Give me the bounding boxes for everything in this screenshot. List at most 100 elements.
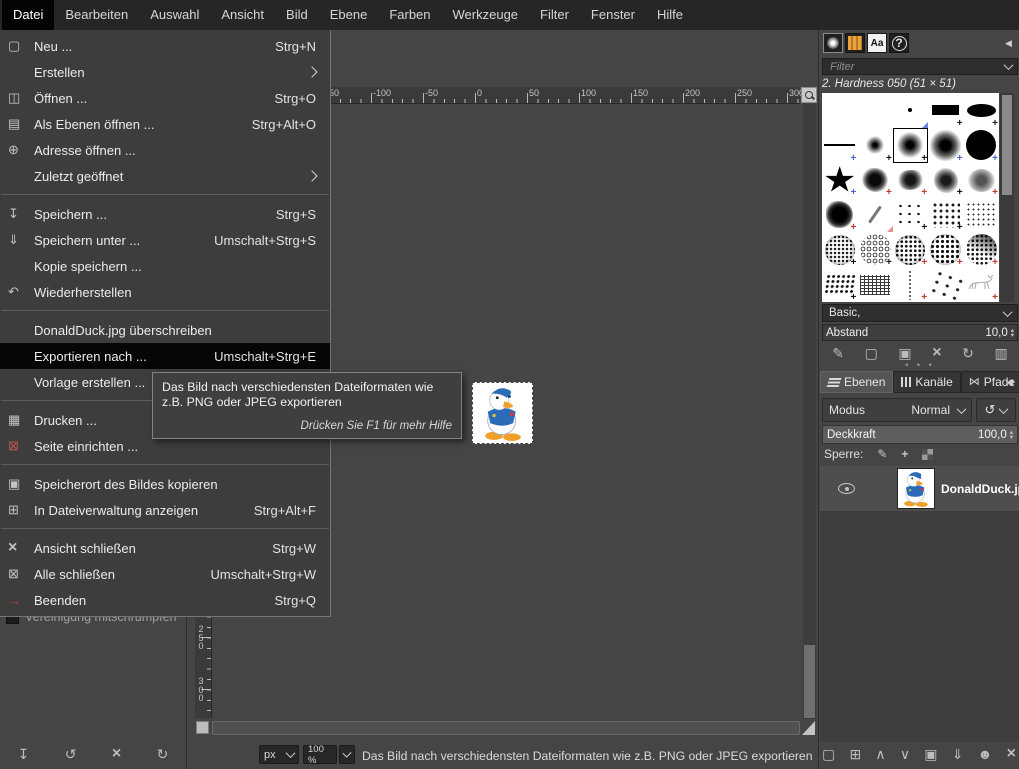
brush-cell[interactable]: + <box>893 163 928 197</box>
tab-patterns[interactable] <box>845 33 865 53</box>
brush-spacing-slider[interactable]: Abstand 10,0 ▴ ▾ <box>822 324 1018 341</box>
add-mask-icon[interactable]: ☻ <box>978 744 993 764</box>
menubar-item-fenster[interactable]: Fenster <box>580 0 646 30</box>
brush-cell[interactable]: + <box>964 267 999 302</box>
menubar-item-auswahl[interactable]: Auswahl <box>139 0 210 30</box>
new-layer-icon[interactable]: ▢ <box>822 744 835 764</box>
vertical-scrollbar-thumb[interactable] <box>804 645 815 718</box>
horizontal-scrollbar[interactable] <box>212 721 800 735</box>
file-menu-item[interactable]: DonaldDuck.jpg überschreiben <box>0 317 330 343</box>
tab-kanale[interactable]: Kanäle <box>893 371 961 393</box>
brush-cell[interactable]: + <box>893 197 928 232</box>
menubar-item-bild[interactable]: Bild <box>275 0 319 30</box>
layer-thumbnail[interactable] <box>897 468 935 509</box>
file-menu-item[interactable]: Kopie speichern ... <box>0 253 330 279</box>
brush-scrollbar-thumb[interactable] <box>1002 95 1012 195</box>
new-layer-group-icon[interactable]: ⊞ <box>849 744 861 764</box>
file-menu-item[interactable]: → Beenden Strg+Q <box>0 587 330 613</box>
brush-cell[interactable]: + <box>857 232 892 267</box>
file-menu-item[interactable]: ⊕ Adresse öffnen ... <box>0 137 330 163</box>
brush-cell[interactable]: + <box>822 197 857 232</box>
navigation-icon[interactable] <box>802 721 815 735</box>
tab-fonts[interactable]: Aa <box>867 33 887 53</box>
file-menu-item[interactable]: ▤ Als Ebenen öffnen ... Strg+Alt+O <box>0 111 330 137</box>
brush-cell[interactable]: + <box>964 93 999 128</box>
spinner-icon[interactable]: ▴ ▾ <box>1010 429 1013 441</box>
brush-cell[interactable]: + <box>928 93 963 128</box>
raise-layer-icon[interactable]: ∧ <box>875 744 885 764</box>
layer-row[interactable]: DonaldDuck.jp <box>820 466 1019 511</box>
file-menu-item[interactable]: Zuletzt geöffnet <box>0 163 330 189</box>
brush-cell[interactable] <box>857 93 892 128</box>
menubar-item-filter[interactable]: Filter <box>529 0 580 30</box>
zoom-level[interactable]: 100 % <box>303 744 337 766</box>
brush-cell[interactable]: + <box>857 128 892 163</box>
file-menu-item[interactable]: ↧ Speichern ... Strg+S <box>0 201 330 227</box>
layer-mode-dropdown[interactable]: Modus Normal <box>822 398 972 422</box>
brush-cell[interactable]: + <box>928 163 963 197</box>
brush-cell[interactable] <box>857 267 892 302</box>
tab-ebenen[interactable]: Ebenen <box>820 371 894 393</box>
file-menu-item[interactable]: × Ansicht schließen Strg+W <box>0 535 330 561</box>
lower-layer-icon[interactable]: ∨ <box>900 744 910 764</box>
brush-cell[interactable] <box>893 93 929 128</box>
file-menu-item[interactable]: ▣ Speicherort des Bildes kopieren <box>0 471 330 497</box>
brush-filter-input[interactable] <box>828 59 1005 74</box>
vertical-scrollbar[interactable] <box>803 104 816 719</box>
brush-cell[interactable] <box>964 197 999 232</box>
file-menu-item[interactable]: ◫ Öffnen ... Strg+O <box>0 85 330 111</box>
edit-brush-icon[interactable]: ✎ <box>832 343 844 363</box>
visibility-eye-icon[interactable] <box>838 483 855 494</box>
brush-cell[interactable]: + <box>893 128 928 163</box>
file-menu-item[interactable]: ⇓ Speichern unter ... Umschalt+Strg+S <box>0 227 330 253</box>
menubar-item-ansicht[interactable]: Ansicht <box>210 0 275 30</box>
quick-mask-toggle[interactable] <box>196 721 209 734</box>
brush-cell[interactable]: + <box>857 163 892 197</box>
zoom-follow-window-button[interactable] <box>801 87 817 103</box>
brush-cell[interactable]: + <box>822 163 857 197</box>
tab-brushes[interactable] <box>823 33 843 53</box>
file-menu-item[interactable]: ↶ Wiederherstellen <box>0 279 330 305</box>
brush-cell[interactable]: + <box>964 232 999 267</box>
refresh-brushes-icon[interactable]: ↻ <box>962 343 974 363</box>
merge-layer-icon[interactable]: ⇓ <box>952 744 964 764</box>
duplicate-layer-icon[interactable]: ▣ <box>924 744 937 764</box>
brush-cell[interactable]: + <box>822 267 857 302</box>
brush-cell[interactable]: + <box>893 232 928 267</box>
brush-cell[interactable]: + <box>822 128 857 163</box>
brush-scrollbar[interactable] <box>1000 93 1014 302</box>
menubar-item-bearbeiten[interactable]: Bearbeiten <box>54 0 139 30</box>
brush-cell[interactable]: + <box>964 163 999 197</box>
file-menu-item[interactable]: Exportieren nach ... Umschalt+Strg+E <box>0 343 330 369</box>
zoom-dropdown-button[interactable] <box>339 745 355 764</box>
menubar-item-farben[interactable]: Farben <box>378 0 441 30</box>
menubar-item-werkzeuge[interactable]: Werkzeuge <box>442 0 530 30</box>
mode-options-button[interactable]: ↺ <box>976 398 1016 422</box>
brush-cell[interactable]: + <box>893 267 928 302</box>
restore-tool-preset-icon[interactable]: ↺ <box>65 744 77 764</box>
brush-cell[interactable]: + <box>822 232 857 267</box>
lock-position-icon[interactable]: + <box>901 447 908 461</box>
tab-menu-icon[interactable]: ◀ <box>1006 377 1013 388</box>
menubar-item-hilfe[interactable]: Hilfe <box>646 0 694 30</box>
brush-cell[interactable] <box>822 93 857 128</box>
brush-cell[interactable] <box>857 197 893 233</box>
save-tool-preset-icon[interactable]: ↧ <box>18 744 30 764</box>
open-brush-as-image-icon[interactable]: ▥ <box>994 343 1007 363</box>
delete-tool-preset-icon[interactable]: × <box>112 744 121 764</box>
unit-dropdown[interactable]: px <box>259 745 299 764</box>
lock-alpha-icon[interactable] <box>922 448 934 460</box>
tab-help[interactable]: ? <box>889 33 909 53</box>
delete-layer-icon[interactable]: × <box>1007 744 1016 764</box>
brush-cell[interactable]: + <box>928 128 963 163</box>
panel-resize-handle[interactable]: • • • <box>822 361 1018 370</box>
new-brush-icon[interactable]: ▢ <box>865 343 878 363</box>
brush-cell[interactable]: + <box>928 232 963 267</box>
reset-tool-options-icon[interactable]: ↻ <box>157 744 169 764</box>
brush-group-dropdown[interactable]: Basic, <box>822 304 1018 322</box>
tab-menu-icon[interactable]: ◀ <box>1005 38 1012 49</box>
lock-pixels-icon[interactable]: ✎ <box>877 447 887 461</box>
opacity-slider[interactable]: Deckkraft 100,0 ▴ ▾ <box>822 425 1018 444</box>
file-menu-item[interactable]: ⊞ In Dateiverwaltung anzeigen Strg+Alt+F <box>0 497 330 523</box>
brush-cell[interactable] <box>928 267 964 302</box>
